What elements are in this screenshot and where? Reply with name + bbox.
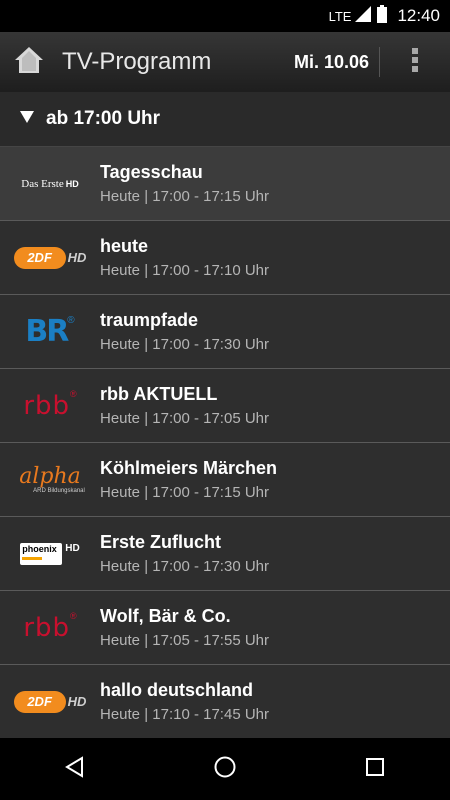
circle-home-icon bbox=[213, 755, 237, 784]
back-button[interactable] bbox=[45, 744, 105, 794]
alpha-logo-text: alpha bbox=[19, 463, 81, 489]
recents-button[interactable] bbox=[345, 744, 405, 794]
program-list: Das Erste HD Tagesschau Heute | 17:00 - 1… bbox=[0, 147, 450, 739]
registered-icon: ® bbox=[67, 315, 75, 326]
zdf-logo-text: 2DF bbox=[27, 694, 52, 709]
br-logo: BR ® bbox=[0, 295, 100, 368]
program-title: Tagesschau bbox=[100, 162, 203, 182]
overflow-menu-button[interactable] bbox=[380, 32, 450, 92]
zdf-hd-logo: 2DF HD bbox=[0, 665, 100, 738]
phoenix-logo-box: phoenix bbox=[20, 542, 63, 565]
program-row[interactable]: phoenix HD Erste Zuflucht Heute | 17:00 … bbox=[0, 517, 450, 591]
time-filter-label: ab 17:00 Uhr bbox=[46, 108, 161, 129]
program-time: Heute | 17:00 - 17:10 Uhr bbox=[100, 262, 269, 279]
rbb-logo-text: rbb bbox=[23, 390, 71, 421]
zdf-logo-circle: 2DF bbox=[13, 246, 66, 269]
program-title: traumpfade bbox=[100, 310, 199, 330]
signal-icon bbox=[355, 5, 372, 27]
page-title: TV-Programm bbox=[62, 48, 212, 75]
br-logo-text: BR bbox=[25, 314, 69, 349]
registered-icon: ® bbox=[70, 389, 77, 399]
status-bar: LTE 12:40 bbox=[0, 0, 450, 32]
program-time: Heute | 17:00 - 17:30 Uhr bbox=[100, 558, 269, 575]
program-time: Heute | 17:10 - 17:45 Uhr bbox=[100, 706, 269, 723]
das-erste-logo-text: Das Erste bbox=[21, 177, 64, 190]
battery-icon bbox=[377, 4, 388, 28]
network-type: LTE bbox=[328, 8, 352, 24]
phoenix-logo-text: phoenix bbox=[22, 543, 57, 554]
program-time: Heute | 17:00 - 17:30 Uhr bbox=[100, 336, 269, 353]
program-row[interactable]: rbb ® Wolf, Bär & Co. Heute | 17:05 - 17… bbox=[0, 591, 450, 665]
registered-icon: ® bbox=[70, 611, 77, 621]
app-bar: TV-Programm Mi. 10.06 bbox=[0, 32, 450, 93]
clock: 12:40 bbox=[397, 6, 440, 25]
program-row[interactable]: 2DF HD hallo deutschland Heute | 17:10 -… bbox=[0, 665, 450, 739]
das-erste-hd-logo: Das Erste HD bbox=[0, 147, 100, 220]
program-time: Heute | 17:05 - 17:55 Uhr bbox=[100, 632, 269, 649]
back-icon bbox=[63, 755, 87, 784]
program-time: Heute | 17:00 - 17:15 Uhr bbox=[100, 484, 269, 501]
alpha-logo-subtitle: ARD Bildungskanal bbox=[33, 487, 85, 494]
program-time: Heute | 17:00 - 17:15 Uhr bbox=[100, 188, 269, 205]
program-time: Heute | 17:00 - 17:05 Uhr bbox=[100, 410, 269, 427]
zdf-hd-badge: HD bbox=[67, 250, 87, 265]
program-title: Wolf, Bär & Co. bbox=[100, 606, 231, 626]
home-button[interactable] bbox=[0, 32, 58, 92]
program-row[interactable]: alpha ARD Bildungskanal Köhlmeiers Märch… bbox=[0, 443, 450, 517]
das-erste-hd-badge: HD bbox=[65, 178, 79, 189]
program-title: heute bbox=[100, 236, 149, 256]
rbb-logo-text: rbb bbox=[23, 612, 71, 643]
date-selector[interactable]: Mi. 10.06 bbox=[294, 52, 379, 73]
zdf-hd-logo: 2DF HD bbox=[0, 221, 100, 294]
zdf-hd-badge: HD bbox=[67, 694, 87, 709]
program-title: Köhlmeiers Märchen bbox=[100, 458, 278, 478]
time-filter[interactable]: ab 17:00 Uhr bbox=[0, 92, 450, 147]
system-nav-bar bbox=[0, 738, 450, 800]
more-vertical-icon bbox=[411, 46, 419, 79]
program-row[interactable]: rbb ® rbb AKTUELL Heute | 17:00 - 17:05 … bbox=[0, 369, 450, 443]
rbb-logo: rbb ® bbox=[0, 369, 100, 442]
program-title: Erste Zuflucht bbox=[100, 532, 222, 552]
phoenix-hd-badge: HD bbox=[65, 543, 80, 554]
rbb-logo: rbb ® bbox=[0, 591, 100, 664]
home-nav-button[interactable] bbox=[195, 744, 255, 794]
program-row[interactable]: Das Erste HD Tagesschau Heute | 17:00 - 1… bbox=[0, 147, 450, 221]
phoenix-logo-bar bbox=[22, 556, 43, 560]
ard-alpha-logo: alpha ARD Bildungskanal bbox=[0, 443, 100, 516]
program-title: rbb AKTUELL bbox=[100, 384, 218, 404]
zdf-logo-circle: 2DF bbox=[13, 690, 66, 713]
square-recents-icon bbox=[364, 756, 386, 783]
program-title: hallo deutschland bbox=[100, 680, 254, 700]
home-icon bbox=[13, 45, 45, 80]
program-row[interactable]: BR ® traumpfade Heute | 17:00 - 17:30 Uh… bbox=[0, 295, 450, 369]
zdf-logo-text: 2DF bbox=[27, 250, 52, 265]
phoenix-hd-logo: phoenix HD bbox=[0, 517, 100, 590]
triangle-down-icon bbox=[20, 110, 34, 128]
program-row[interactable]: 2DF HD heute Heute | 17:00 - 17:10 Uhr bbox=[0, 221, 450, 295]
